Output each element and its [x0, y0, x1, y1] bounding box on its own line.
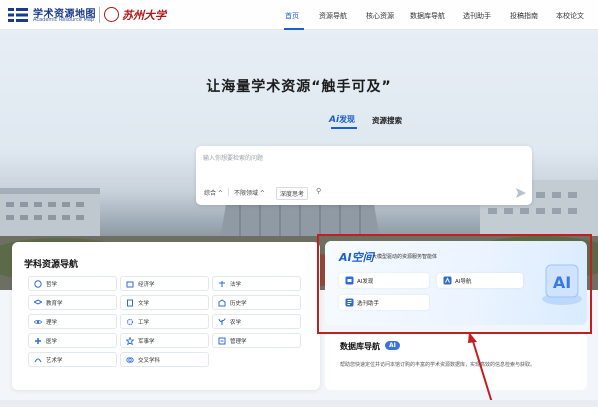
- scope-dropdown[interactable]: 综合 ^: [204, 188, 223, 197]
- subject-history[interactable]: 历史学: [212, 295, 301, 310]
- law-icon: [219, 281, 225, 287]
- attachment-icon[interactable]: ⚲: [316, 187, 321, 195]
- nav-journal-assistant[interactable]: 选刊助手: [463, 11, 491, 21]
- subject-label: 农学: [230, 319, 242, 326]
- page-bottom-strip: [0, 400, 598, 407]
- engineering-icon: [126, 318, 134, 326]
- highlight-annotation-box: [317, 234, 592, 334]
- subject-label: 法学: [230, 281, 242, 288]
- nav-active-indicator: [284, 28, 304, 30]
- subject-management[interactable]: 管理学: [212, 333, 301, 348]
- economics-icon: [126, 281, 134, 288]
- logo-subtitle: Academic Resource Map: [33, 17, 95, 23]
- nav-resource-nav[interactable]: 资源导航: [319, 11, 347, 21]
- hero-slogan: 让海量学术资源“触手可及”: [206, 79, 392, 95]
- field-dropdown[interactable]: 不限领域 ^: [234, 188, 265, 197]
- subject-navigation-card: 学科资源导航 哲学 经济学 法学 教育学 文学 历史学 理学 工学 农学 医学 …: [12, 242, 320, 390]
- top-navbar: 学术资源地图 Academic Resource Map 苏州大学 首页 资源导…: [0, 0, 598, 30]
- chip-divider: [228, 188, 229, 196]
- university-seal-icon: [104, 7, 119, 22]
- subject-label: 工学: [138, 319, 150, 326]
- search-box[interactable]: 输入你想要检索的问题 综合 ^ 不限领域 ^ 深度思考 ⚲: [196, 146, 532, 205]
- tab-active-indicator: [331, 127, 357, 129]
- subject-label: 历史学: [230, 300, 247, 307]
- subject-literature[interactable]: 文学: [120, 295, 209, 310]
- tab-ai-prefix: Ai: [329, 115, 340, 125]
- database-navigation-card: 数据库导航 AI 帮助您快速定位并访问本馆订购的丰富的学术资源数据库，实现高效的…: [325, 332, 587, 390]
- nav-school-papers[interactable]: 本校论文: [556, 11, 584, 21]
- logo-icon[interactable]: [8, 8, 28, 22]
- subject-label: 理学: [46, 319, 58, 326]
- subject-agriculture[interactable]: 农学: [212, 314, 301, 329]
- subject-label: 交叉学科: [138, 357, 161, 364]
- philosophy-icon: [34, 280, 42, 288]
- subject-label: 教育学: [46, 300, 63, 307]
- subject-label: 文学: [138, 300, 150, 307]
- subject-nav-title: 学科资源导航: [24, 260, 79, 270]
- nav-core-resources[interactable]: 核心资源: [366, 11, 394, 21]
- subject-label: 艺术学: [46, 357, 63, 364]
- logo-divider: [99, 7, 100, 23]
- subject-military[interactable]: 军事学: [120, 333, 209, 348]
- subject-label: 管理学: [230, 338, 247, 345]
- history-icon: [218, 299, 226, 307]
- subject-label: 军事学: [138, 338, 155, 345]
- search-input[interactable]: 输入你想要检索的问题: [203, 153, 263, 162]
- subject-arts[interactable]: 艺术学: [28, 352, 117, 367]
- annotation-arrow-icon: [468, 332, 494, 407]
- subject-law[interactable]: 法学: [212, 276, 301, 291]
- subject-interdisciplinary[interactable]: 交叉学科: [120, 352, 209, 367]
- interdisciplinary-icon: [126, 357, 134, 363]
- agriculture-icon: [218, 318, 226, 325]
- management-icon: [218, 337, 226, 345]
- military-icon: [126, 337, 134, 345]
- subject-philosophy[interactable]: 哲学: [28, 276, 117, 291]
- tab-ai-label: 发现: [339, 115, 356, 124]
- tab-ai-discover[interactable]: Ai发现: [329, 114, 355, 125]
- subject-engineering[interactable]: 工学: [120, 314, 209, 329]
- education-icon: [34, 299, 42, 305]
- university-name: 苏州大学: [122, 9, 166, 22]
- science-icon: [34, 320, 42, 324]
- nav-submission-guide[interactable]: 投稿指南: [510, 11, 538, 21]
- deep-think-toggle[interactable]: 深度思考: [276, 187, 309, 200]
- tab-resource-search[interactable]: 资源搜索: [372, 115, 402, 126]
- subject-science[interactable]: 理学: [28, 314, 117, 329]
- subject-education[interactable]: 教育学: [28, 295, 117, 310]
- subject-economics[interactable]: 经济学: [120, 276, 209, 291]
- nav-home[interactable]: 首页: [285, 11, 299, 21]
- literature-icon: [127, 299, 133, 307]
- subject-label: 经济学: [138, 281, 155, 288]
- database-nav-title[interactable]: 数据库导航: [340, 341, 380, 352]
- medicine-icon: [35, 338, 41, 344]
- deep-think-label: 深度思考: [280, 191, 305, 198]
- arts-icon: [34, 358, 42, 363]
- database-nav-description: 帮助您快速定位并访问本馆订购的丰富的学术资源数据库，实现高效的信息检索与获取。: [340, 362, 536, 368]
- subject-medicine[interactable]: 医学: [28, 333, 117, 348]
- send-icon[interactable]: [516, 188, 526, 198]
- subject-label: 哲学: [46, 281, 58, 288]
- ai-badge: AI: [385, 341, 400, 350]
- subject-label: 医学: [46, 338, 58, 345]
- nav-database-nav[interactable]: 数据库导航: [410, 11, 445, 21]
